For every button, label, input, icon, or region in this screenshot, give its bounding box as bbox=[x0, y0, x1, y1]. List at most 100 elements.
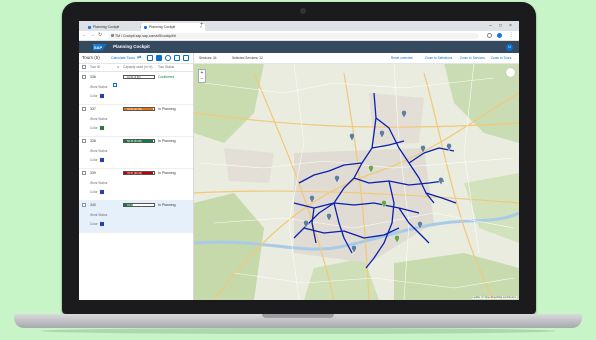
zoom-out-button[interactable]: − bbox=[199, 76, 205, 82]
map-toolbar: Services: 34 Selected Services: 12 Reset… bbox=[194, 53, 519, 64]
tour-row[interactable]: 340 33.00 (27.50) In Planning Work Status Co… bbox=[79, 200, 193, 233]
tour-color-swatch bbox=[100, 94, 104, 98]
work-status-label: Work Status bbox=[90, 213, 108, 217]
column-header[interactable]: Tour ID bbox=[90, 63, 100, 71]
capacity-label: 33.00 (27.50) bbox=[127, 203, 142, 207]
tour-id: 339 bbox=[90, 171, 96, 175]
capacity-bar: 33.00 (27.50) bbox=[123, 202, 155, 207]
capacity-bar: 78.67 (39.33) bbox=[123, 170, 155, 175]
layers-icon[interactable] bbox=[506, 68, 515, 77]
menu-icon[interactable]: ⋮ bbox=[509, 32, 514, 39]
color-label: Color bbox=[90, 190, 98, 194]
tour-status: In Planning bbox=[158, 138, 176, 143]
color-label: Color bbox=[90, 222, 98, 226]
work-status-label: Work Status bbox=[90, 149, 108, 153]
tour-color-swatch bbox=[100, 158, 104, 162]
reset-overview-link[interactable]: Reset overview bbox=[391, 53, 413, 63]
browser-tab-bar: Planning Cockpit× Planning Cockpit× + – … bbox=[79, 21, 519, 31]
browser-tab[interactable]: Planning Cockpit× bbox=[85, 23, 145, 31]
map-attribution: Leaflet | © OpenStreetMap contributors bbox=[471, 296, 517, 299]
address-bar: ← → ↻ TM / Cockpit.sap.sap.com/ui5/cockp… bbox=[79, 31, 519, 41]
tour-row[interactable]: 339 78.67 (39.33) In Planning Work Status Co… bbox=[79, 168, 193, 201]
tours-panel: Tours (5) Calculate Tours ⇄ Tour ID ⇅ Ca… bbox=[79, 53, 194, 300]
capacity-label: 78.67 (39.33) bbox=[127, 171, 142, 175]
tour-row[interactable]: 336 10.50 (2.50) Confirmed Work Status Color bbox=[79, 72, 193, 105]
screen: Planning Cockpit× Planning Cockpit× + – … bbox=[79, 21, 519, 300]
row-checkbox[interactable] bbox=[82, 203, 86, 207]
tour-row[interactable]: 337 34.00 (17.00) In Planning Work Status Co… bbox=[79, 104, 193, 137]
shell-bar: SAP Planning Cockpit U bbox=[79, 41, 519, 53]
zoom-tours-link[interactable]: Zoom to Tours bbox=[491, 53, 511, 63]
row-checkbox[interactable] bbox=[82, 107, 86, 111]
select-all-checkbox[interactable] bbox=[82, 65, 86, 69]
export-icon[interactable] bbox=[174, 55, 180, 61]
list-view-icon[interactable] bbox=[156, 55, 162, 61]
tour-id: 337 bbox=[90, 107, 96, 111]
minimize-icon[interactable]: – bbox=[489, 21, 492, 31]
edit-icon[interactable] bbox=[113, 83, 117, 87]
zoom-selections-link[interactable]: Zoom to Selections bbox=[425, 53, 452, 63]
browser-tab-label: Planning Cockpit bbox=[149, 25, 176, 29]
selected-services-count: Selected Services: 12 bbox=[232, 56, 263, 60]
avatar[interactable]: U bbox=[506, 43, 513, 51]
sap-logo: SAP bbox=[93, 43, 107, 51]
url-text: TM / Cockpit.sap.sap.com/ui5/cockpit/# bbox=[115, 33, 176, 38]
tour-id: 336 bbox=[90, 75, 96, 79]
capacity-bar: 58.35 (54.85) bbox=[123, 138, 155, 143]
services-count: Services: 34 bbox=[199, 56, 217, 60]
lock-icon bbox=[111, 34, 114, 37]
maximize-icon[interactable]: □ bbox=[499, 21, 502, 31]
url-input[interactable]: TM / Cockpit.sap.sap.com/ui5/cockpit/# bbox=[109, 32, 479, 39]
work-status-label: Work Status bbox=[90, 117, 108, 121]
tour-color-swatch bbox=[100, 190, 104, 194]
new-tab-icon[interactable]: + bbox=[200, 22, 204, 28]
settings-icon[interactable] bbox=[165, 55, 171, 61]
back-icon[interactable]: ← bbox=[82, 32, 87, 39]
zoom-control: + − bbox=[198, 69, 206, 83]
capacity-fill bbox=[124, 75, 126, 78]
close-window-icon[interactable]: × bbox=[509, 21, 512, 31]
tour-status: In Planning bbox=[158, 202, 176, 207]
tour-status: In Planning bbox=[158, 106, 176, 111]
browser-tab-label: Planning Cockpit bbox=[93, 25, 120, 29]
sort-icon[interactable]: ⇅ bbox=[117, 63, 120, 71]
tour-color-swatch bbox=[100, 222, 104, 226]
tour-row[interactable]: 338 58.35 (54.85) In Planning Work Status Co… bbox=[79, 136, 193, 169]
bookmark-icon[interactable] bbox=[487, 33, 492, 38]
map[interactable]: Services: 34 Selected Services: 12 Reset… bbox=[194, 53, 519, 300]
tours-table-header: Tour ID ⇅ Capacity used (in %) Tour Stat… bbox=[79, 63, 193, 72]
tour-color-swatch bbox=[100, 126, 104, 130]
profile-icon[interactable] bbox=[497, 33, 502, 38]
tour-id: 340 bbox=[90, 203, 96, 207]
row-checkbox[interactable] bbox=[82, 75, 86, 79]
column-header[interactable]: Capacity used (in %) bbox=[123, 63, 152, 71]
color-label: Color bbox=[90, 94, 98, 98]
work-status-label: Work Status bbox=[90, 85, 108, 89]
tour-status: Confirmed bbox=[158, 74, 175, 79]
capacity-bar: 10.50 (2.50) bbox=[123, 74, 155, 79]
zoom-services-link[interactable]: Zoom to Services bbox=[460, 53, 485, 63]
map-canvas[interactable] bbox=[194, 53, 519, 300]
app-title: Planning Cockpit bbox=[113, 44, 150, 49]
capacity-label: 58.35 (54.85) bbox=[127, 139, 142, 143]
column-header[interactable]: Tour Status bbox=[158, 63, 174, 71]
row-checkbox[interactable] bbox=[82, 171, 86, 175]
capacity-label: 10.50 (2.50) bbox=[127, 75, 141, 79]
forward-icon[interactable]: → bbox=[90, 32, 95, 39]
laptop-shadow bbox=[40, 328, 556, 334]
calculate-tours-button[interactable]: Calculate Tours bbox=[111, 53, 135, 63]
laptop-notch bbox=[262, 314, 334, 318]
color-label: Color bbox=[90, 158, 98, 162]
tour-id: 338 bbox=[90, 139, 96, 143]
copy-icon[interactable] bbox=[147, 55, 153, 61]
reload-icon[interactable]: ↻ bbox=[98, 32, 102, 39]
row-checkbox[interactable] bbox=[82, 139, 86, 143]
fullscreen-icon[interactable] bbox=[183, 55, 189, 61]
switch-icon[interactable]: ⇄ bbox=[137, 55, 143, 61]
capacity-label: 34.00 (17.00) bbox=[127, 107, 142, 111]
browser-tab-active[interactable]: Planning Cockpit × bbox=[141, 23, 205, 31]
favicon-icon bbox=[144, 25, 147, 29]
color-label: Color bbox=[90, 126, 98, 130]
tours-title: Tours (5) bbox=[82, 55, 100, 60]
favicon-icon bbox=[88, 25, 91, 29]
